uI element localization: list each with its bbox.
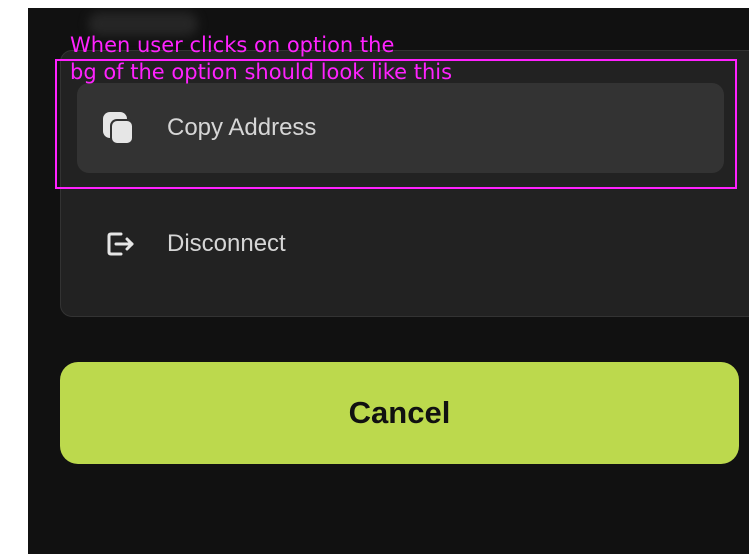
disconnect-option[interactable]: Disconnect	[77, 199, 724, 289]
annotation-highlight-box	[55, 59, 737, 189]
annotation-line-1: When user clicks on option the	[70, 33, 395, 57]
disconnect-label: Disconnect	[167, 230, 286, 257]
cancel-button[interactable]: Cancel	[60, 362, 739, 464]
logout-icon	[91, 216, 147, 272]
